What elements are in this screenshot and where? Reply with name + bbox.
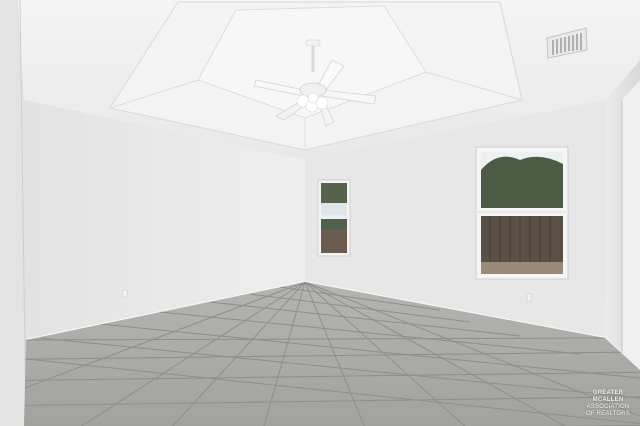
watermark-line2: ASSOCIATION OF REALTORS	[586, 404, 630, 417]
window-large	[475, 146, 569, 280]
wall-outlet-right	[526, 293, 532, 302]
right-doorway	[622, 80, 640, 390]
watermark-line1: GREATER MCALLEN	[592, 390, 624, 403]
wall-outlet-left	[122, 289, 128, 298]
window-small	[317, 179, 351, 257]
room-photo	[0, 0, 640, 426]
realtor-watermark: GREATER MCALLEN ASSOCIATION OF REALTORS	[582, 390, 634, 418]
